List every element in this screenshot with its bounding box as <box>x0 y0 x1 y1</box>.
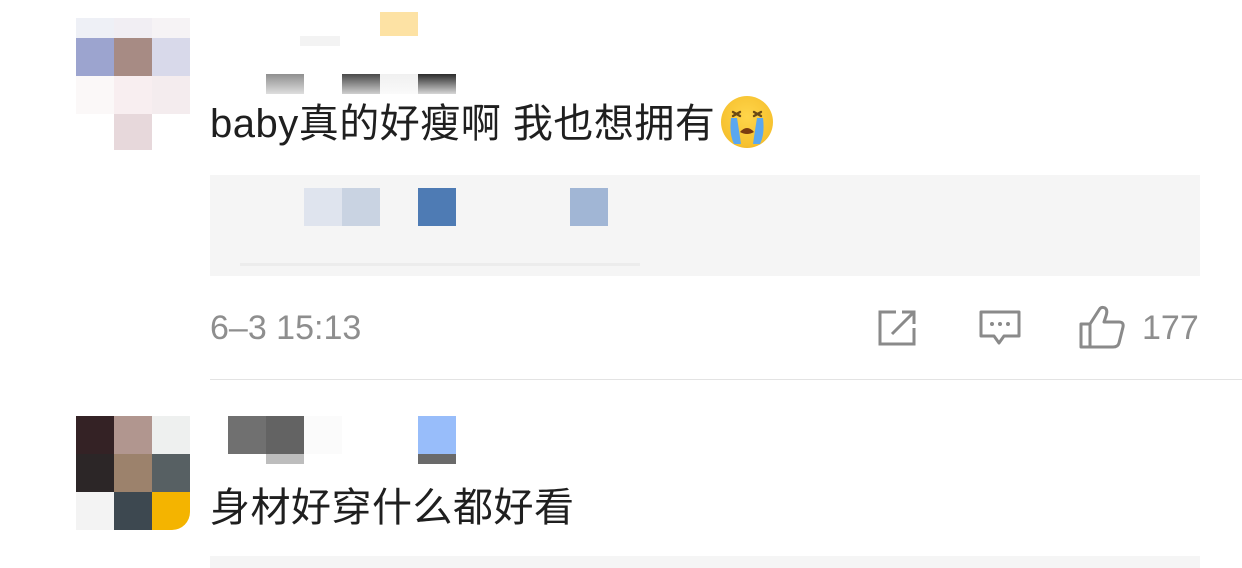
like-count: 177 <box>1142 309 1199 347</box>
comment-bubble-icon <box>979 310 1021 345</box>
repost-button[interactable] <box>876 308 920 348</box>
quoted-content[interactable] <box>210 175 1200 276</box>
comment-timestamp: 6–3 15:13 <box>210 309 362 347</box>
quoted-content[interactable] <box>210 556 1200 568</box>
like-button[interactable] <box>1078 304 1126 350</box>
thumbs-up-icon <box>1079 305 1125 349</box>
comment-text: 身材好穿什么都好看 <box>210 482 575 534</box>
loudly-crying-face-icon <box>721 96 774 149</box>
divider <box>210 379 1242 380</box>
comment-body: baby真的好瘦啊 我也想拥有 <box>210 102 716 146</box>
avatar[interactable] <box>76 18 190 150</box>
avatar[interactable] <box>76 410 190 532</box>
share-out-icon <box>878 310 916 346</box>
comment-text: baby真的好瘦啊 我也想拥有 <box>210 96 774 152</box>
comment-body: 身材好穿什么都好看 <box>210 486 575 530</box>
comment-button[interactable] <box>978 308 1022 348</box>
